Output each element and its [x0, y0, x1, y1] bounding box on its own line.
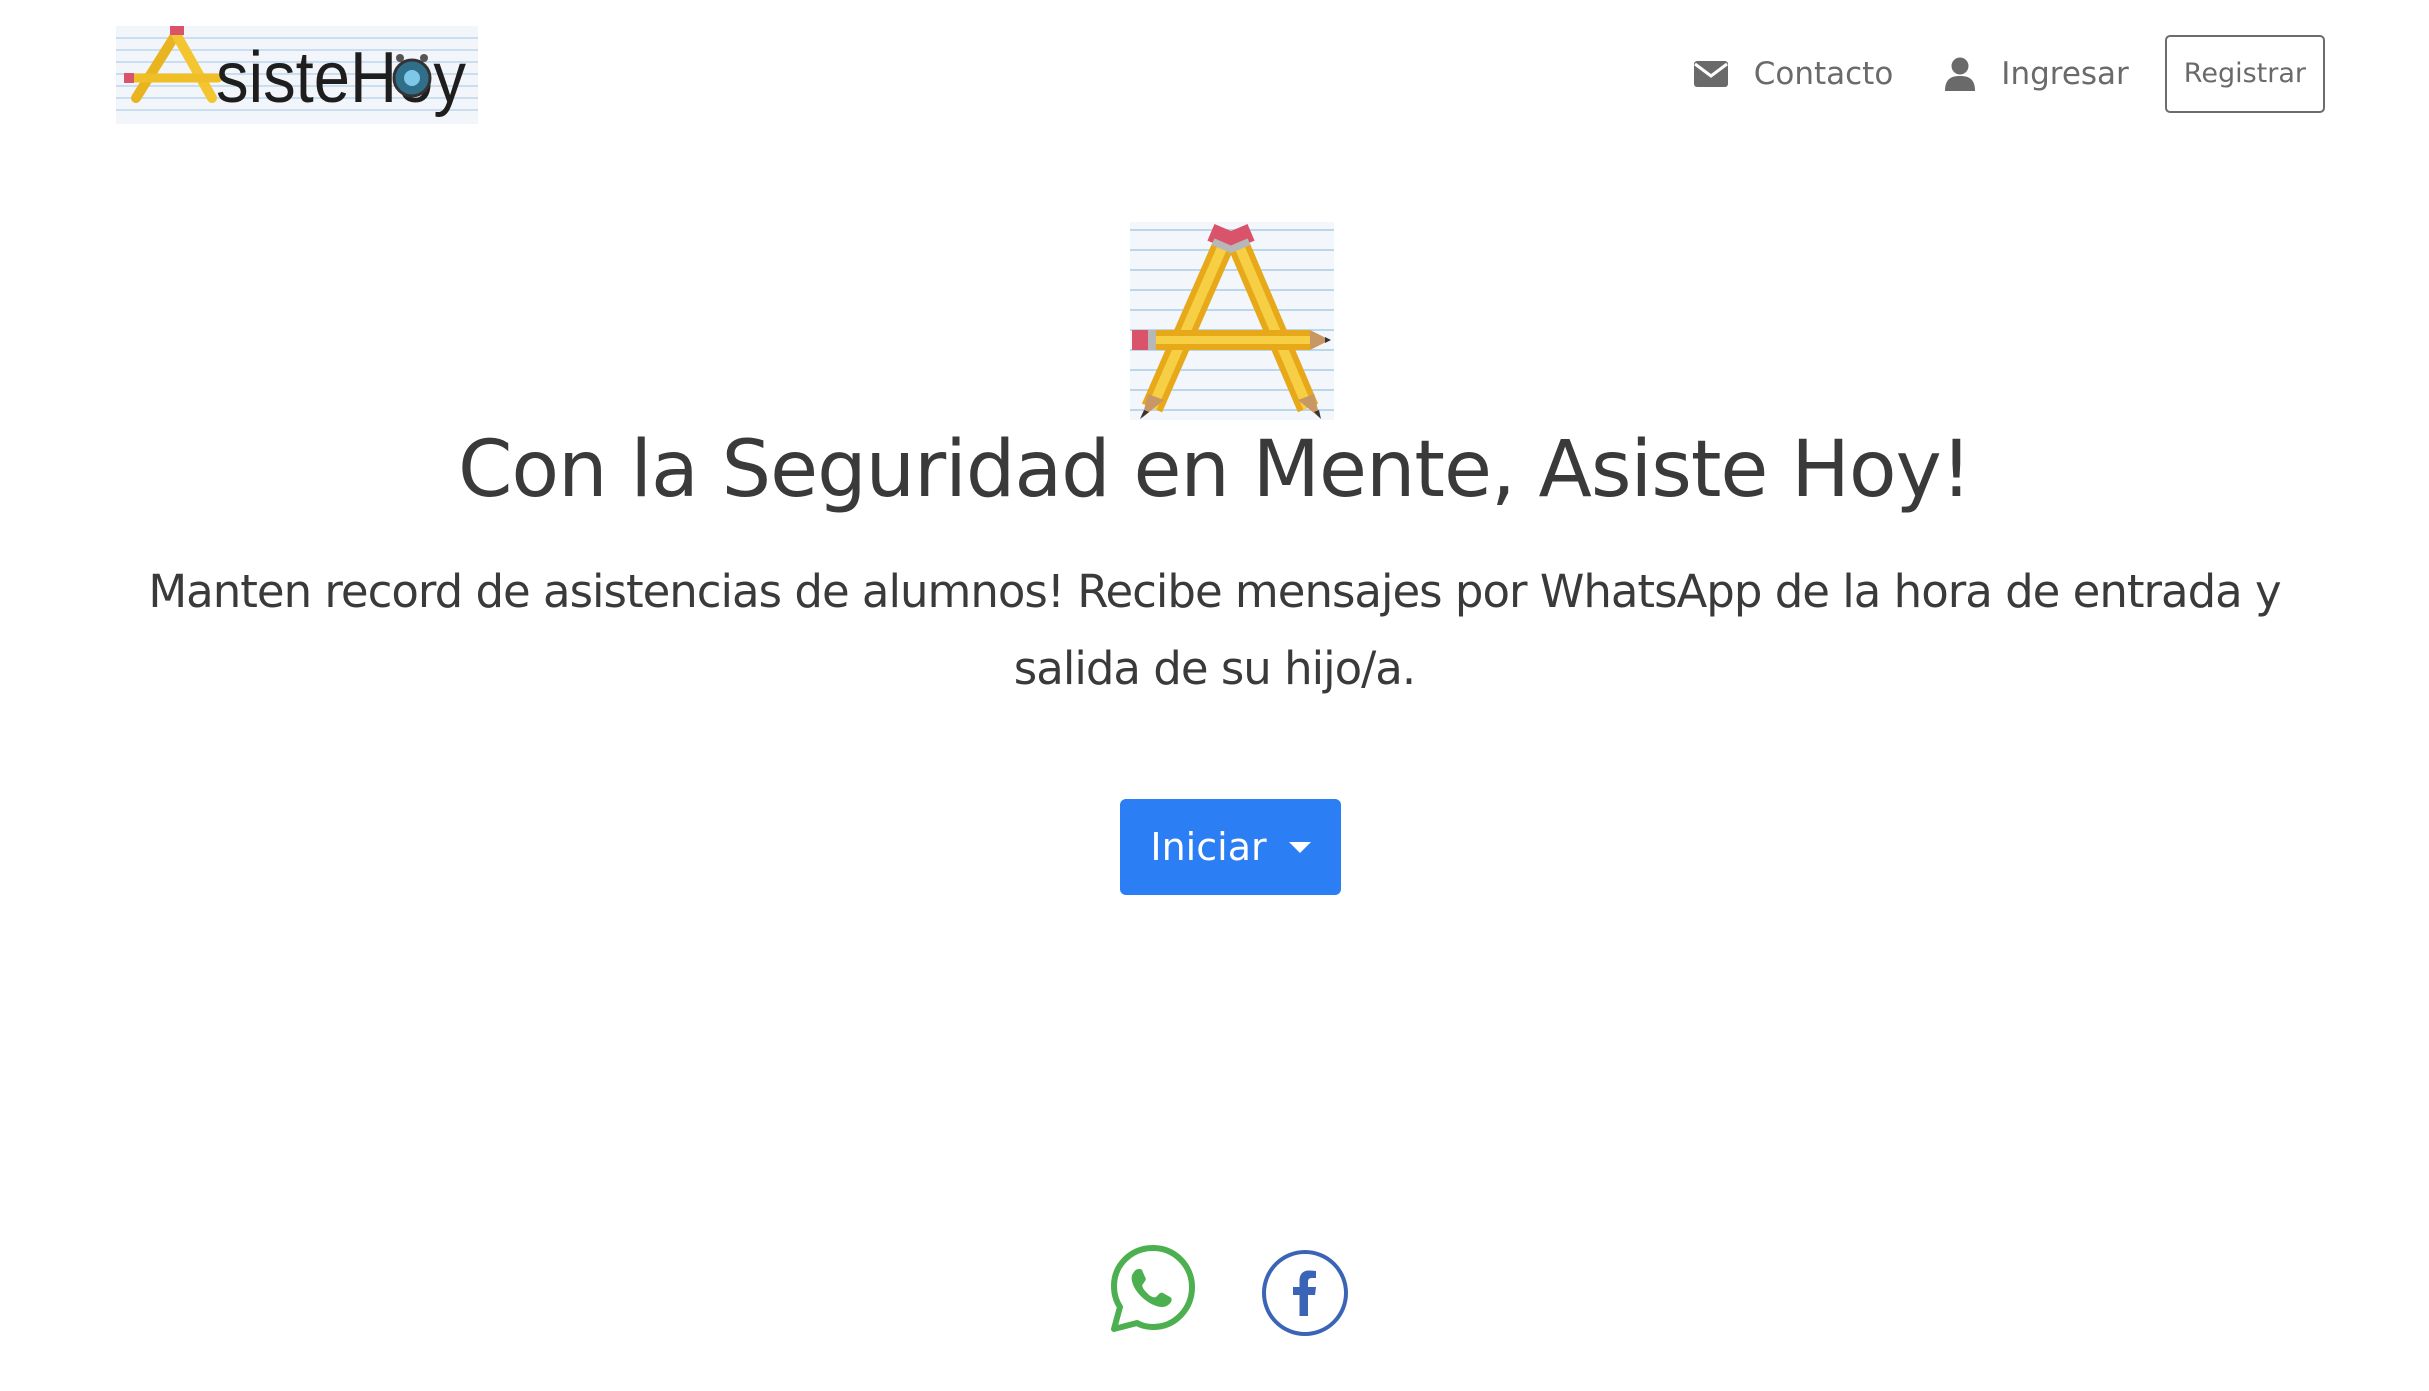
facebook-link[interactable]: [1260, 1248, 1350, 1338]
iniciar-dropdown-button[interactable]: Iniciar: [1120, 799, 1341, 895]
envelope-icon: [1693, 61, 1728, 87]
brand-logo[interactable]: sisteHoy: [116, 26, 478, 124]
iniciar-label: Iniciar: [1150, 825, 1267, 869]
whatsapp-icon: [1111, 1245, 1195, 1332]
asistehoy-logo-icon: sisteHoy: [116, 26, 478, 124]
navbar: sisteHoy Contacto Ingresar Registrar: [0, 0, 2429, 150]
pencil-a-icon: [1130, 222, 1334, 420]
whatsapp-link[interactable]: [1108, 1243, 1198, 1333]
facebook-icon: [1262, 1250, 1348, 1336]
nav-link-label: Contacto: [1753, 56, 1894, 92]
user-icon: [1945, 57, 1976, 91]
hero-lead: Manten record de asistencias de alumnos!…: [148, 565, 2281, 695]
page: sisteHoy Contacto Ingresar Registrar Con…: [0, 0, 2429, 1391]
hero-title: Con la Seguridad en Mente, Asiste Hoy!: [457, 425, 1972, 515]
register-button[interactable]: Registrar: [2164, 35, 2325, 113]
nav-link-label: Ingresar: [2001, 56, 2129, 92]
nav-right: Contacto Ingresar Registrar: [1693, 34, 2325, 114]
hero-logo: [1130, 222, 1334, 420]
nav-link-contacto[interactable]: Contacto: [1693, 56, 1894, 92]
nav-link-ingresar[interactable]: Ingresar: [1945, 56, 2129, 92]
caret-down-icon: [1288, 841, 1311, 853]
